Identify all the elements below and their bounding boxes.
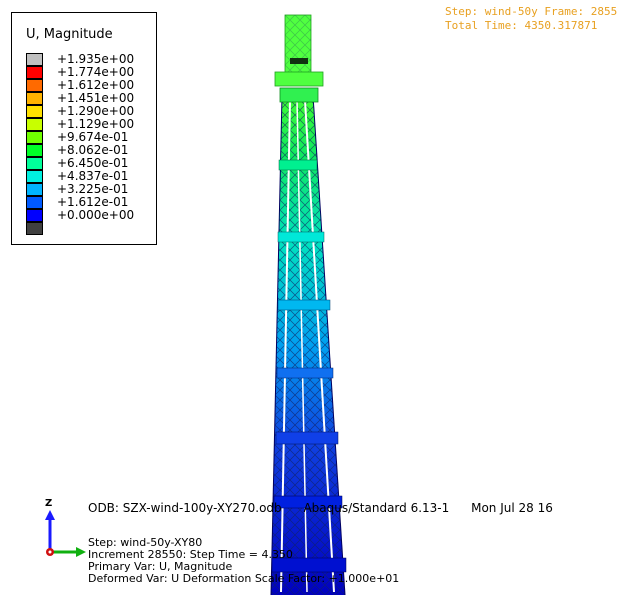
legend-swatch (26, 196, 43, 209)
legend-swatch (26, 118, 43, 131)
odb-info-line: ODB: SZX-wind-100y-XY270.odb Abaqus/Stan… (88, 501, 571, 515)
legend-label: +1.774e+00 (57, 65, 135, 79)
step-frame-line: Step: wind-50y Frame: 2855 (445, 5, 618, 18)
legend-row: +0.000e+00 (26, 208, 156, 222)
legend-row (26, 222, 156, 235)
step-frame-info: Step: wind-50y Frame: 2855 Total Time: 43… (445, 5, 617, 33)
legend-swatch (26, 131, 43, 144)
legend-label: +4.837e-01 (57, 169, 129, 183)
legend-swatch (26, 209, 43, 222)
legend-label: +1.451e+00 (57, 91, 135, 105)
solver-version: Abaqus/Standard 6.13-1 (303, 501, 450, 515)
legend-label: +1.935e+00 (57, 52, 135, 66)
deformed-var: Deformed Var: U Deformation Scale Factor… (88, 572, 400, 585)
legend-label: +1.129e+00 (57, 117, 135, 131)
legend-label: +1.290e+00 (57, 104, 135, 118)
legend-swatch (26, 53, 43, 66)
legend-label: +1.612e+00 (57, 78, 135, 92)
legend-swatch (26, 157, 43, 170)
legend-swatch (26, 170, 43, 183)
contour-legend: U, Magnitude +1.935e+00 +1.774e+00 +1.612e… (11, 12, 157, 245)
legend-swatch (26, 183, 43, 196)
legend-swatch (26, 79, 43, 92)
legend-swatch (26, 144, 43, 157)
odb-name: ODB: SZX-wind-100y-XY270.odb (88, 501, 282, 515)
step-info-block: Step: wind-50y-XY80 Increment 28550: Ste… (88, 537, 399, 585)
coordinate-triad-icon (45, 510, 86, 557)
legend-label: +1.612e-01 (57, 195, 129, 209)
legend-title: U, Magnitude (26, 27, 113, 42)
total-time-line: Total Time: 4350.317871 (445, 19, 598, 32)
legend-swatch (26, 66, 43, 79)
legend-swatch (26, 105, 43, 118)
legend-label: +9.674e-01 (57, 130, 129, 144)
legend-swatch (26, 92, 43, 105)
legend-swatch (26, 222, 43, 235)
legend-label: +0.000e+00 (57, 208, 135, 222)
run-date: Mon Jul 28 16 (471, 501, 553, 515)
legend-label: +8.062e-01 (57, 143, 129, 157)
legend-label: +3.225e-01 (57, 182, 129, 196)
legend-rows: +1.935e+00 +1.774e+00 +1.612e+00 +1.451e+00… (26, 52, 156, 235)
legend-label: +6.450e-01 (57, 156, 129, 170)
